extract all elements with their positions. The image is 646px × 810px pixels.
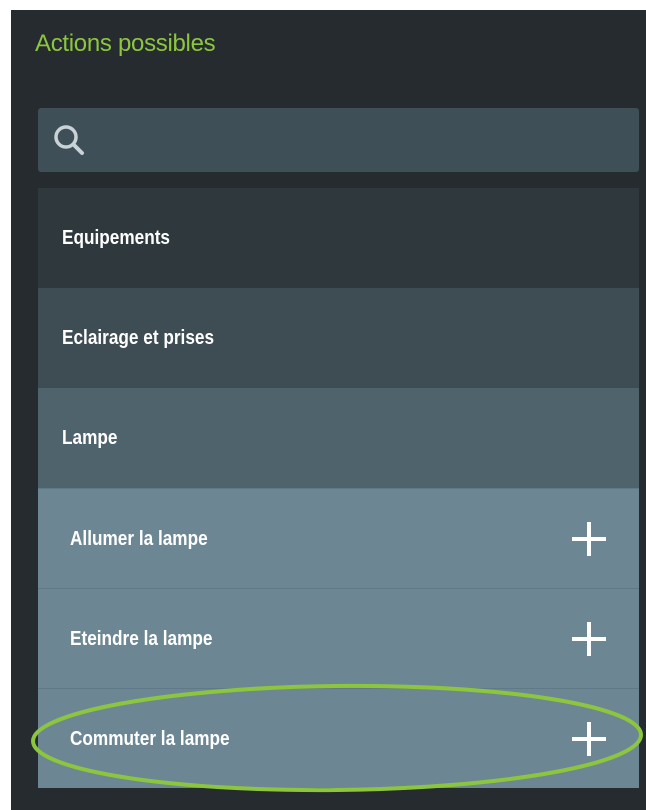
- action-label: Allumer la lampe: [70, 528, 208, 550]
- category-label: Lampe: [62, 427, 118, 449]
- category-eclairage-et-prises[interactable]: Eclairage et prises: [38, 288, 639, 388]
- plus-icon[interactable]: [571, 721, 607, 757]
- action-label: Commuter la lampe: [70, 728, 230, 750]
- plus-icon[interactable]: [571, 621, 607, 657]
- action-commuter-la-lampe[interactable]: Commuter la lampe: [38, 688, 639, 788]
- panel-title: Actions possibles: [35, 30, 216, 57]
- search-input[interactable]: [38, 108, 639, 172]
- action-tree: Equipements Eclairage et prises Lampe Al…: [38, 188, 639, 788]
- actions-panel: Actions possibles Equipements Eclairage …: [11, 10, 646, 810]
- action-eteindre-la-lampe[interactable]: Eteindre la lampe: [38, 588, 639, 688]
- category-label: Equipements: [62, 227, 170, 249]
- action-allumer-la-lampe[interactable]: Allumer la lampe: [38, 488, 639, 588]
- category-equipements[interactable]: Equipements: [38, 188, 639, 288]
- search-icon[interactable]: [52, 123, 86, 157]
- plus-icon[interactable]: [571, 521, 607, 557]
- action-label: Eteindre la lampe: [70, 628, 213, 650]
- category-lampe[interactable]: Lampe: [38, 388, 639, 488]
- category-label: Eclairage et prises: [62, 327, 215, 349]
